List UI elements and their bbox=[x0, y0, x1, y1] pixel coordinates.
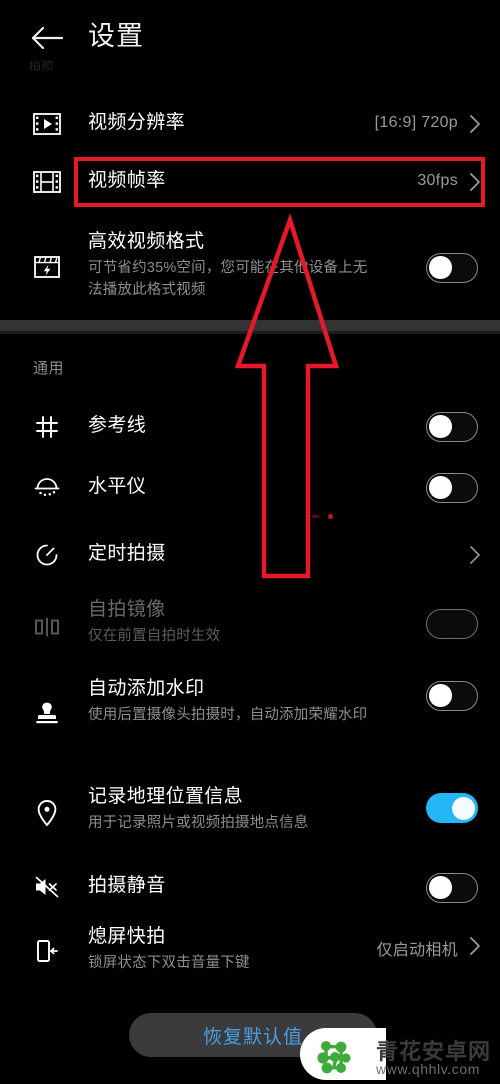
screen-off-capture-icon bbox=[30, 934, 64, 968]
row-video-framerate[interactable]: 视频帧率 30fps bbox=[0, 157, 500, 207]
row-subtitle: 使用后置摄像头拍摄时，自动添加荣耀水印 bbox=[88, 707, 368, 723]
grid-lines-icon bbox=[30, 410, 64, 444]
chevron-right-icon bbox=[468, 171, 482, 193]
toggle-grid-lines[interactable] bbox=[426, 412, 478, 442]
mirror-icon bbox=[30, 610, 64, 644]
row-timer-capture[interactable]: 定时拍摄 bbox=[0, 531, 500, 579]
row-title: 参考线 bbox=[88, 415, 147, 436]
row-geo-tagging[interactable]: 记录地理位置信息 用于记录照片或视频拍摄地点信息 bbox=[0, 782, 500, 850]
row-subtitle: 可节省约35%空间，您可能在其他设备上无法播放此格式视频 bbox=[88, 260, 368, 298]
video-framerate-icon bbox=[30, 165, 64, 199]
row-video-resolution[interactable]: 视频分辨率 [16:9] 720p bbox=[0, 98, 500, 150]
row-title: 视频帧率 bbox=[88, 170, 166, 191]
section-divider bbox=[0, 320, 500, 334]
chevron-right-icon bbox=[468, 935, 482, 957]
row-subtitle: 仅在前置自拍时生效 bbox=[88, 628, 221, 644]
watermark-stamp-icon bbox=[30, 696, 64, 730]
row-text-block: 高效视频格式 可节省约35%空间，您可能在其他设备上无法播放此格式视频 bbox=[88, 229, 380, 301]
row-grid-lines[interactable]: 参考线 bbox=[0, 403, 500, 451]
watermark-url: www.qhhlv.com bbox=[376, 1061, 481, 1077]
row-level-meter[interactable]: 水平仪 bbox=[0, 464, 500, 512]
annotation-tick-mark bbox=[312, 515, 319, 518]
app-header: 设置 拍照 bbox=[0, 0, 500, 82]
row-title: 高效视频格式 bbox=[88, 231, 205, 252]
location-pin-icon bbox=[30, 796, 64, 830]
row-title: 记录地理位置信息 bbox=[88, 786, 244, 807]
row-text-block: 视频帧率 bbox=[88, 168, 380, 194]
row-text-block: 自动添加水印 使用后置摄像头拍摄时，自动添加荣耀水印 bbox=[88, 676, 380, 726]
row-screen-off-capture[interactable]: 熄屏快拍 锁屏状态下双击音量下键 仅启动相机 bbox=[0, 922, 500, 990]
group-label-general: 通用 bbox=[33, 360, 65, 377]
page-title: 设置 bbox=[88, 21, 144, 51]
row-text-block: 熄屏快拍 锁屏状态下双击音量下键 bbox=[88, 924, 380, 974]
row-title: 熄屏快拍 bbox=[88, 926, 166, 947]
row-title: 定时拍摄 bbox=[88, 543, 166, 564]
toggle-level-meter[interactable] bbox=[426, 473, 478, 503]
row-title: 自拍镜像 bbox=[88, 599, 166, 620]
toggle-auto-watermark[interactable] bbox=[426, 681, 478, 711]
efficient-video-icon bbox=[30, 250, 64, 284]
site-watermark: 青花安卓网 www.qhhlv.com bbox=[300, 1024, 500, 1084]
row-auto-watermark[interactable]: 自动添加水印 使用后置摄像头拍摄时，自动添加荣耀水印 bbox=[0, 672, 500, 762]
faint-section-label: 拍照 bbox=[29, 60, 55, 72]
row-text-block: 拍摄静音 bbox=[88, 873, 380, 899]
row-title: 拍摄静音 bbox=[88, 875, 166, 896]
row-subtitle: 锁屏状态下双击音量下键 bbox=[88, 955, 250, 971]
camera-settings-screen: 设置 拍照 视频分辨率 [16:9] 720p 视频帧率 30fps 高效视频格… bbox=[0, 0, 500, 1084]
mute-icon bbox=[30, 870, 64, 904]
row-text-block: 记录地理位置信息 用于记录照片或视频拍摄地点信息 bbox=[88, 784, 380, 834]
toggle-shutter-mute[interactable] bbox=[426, 873, 478, 903]
toggle-efficient-video-format[interactable] bbox=[426, 253, 478, 283]
row-shutter-mute[interactable]: 拍摄静音 bbox=[0, 864, 500, 912]
annotation-dot bbox=[328, 514, 333, 519]
row-title: 自动添加水印 bbox=[88, 678, 205, 699]
row-text-block: 定时拍摄 bbox=[88, 541, 380, 567]
row-value-video-resolution: [16:9] 720p bbox=[374, 114, 458, 131]
row-title: 视频分辨率 bbox=[88, 112, 186, 133]
row-text-block: 参考线 bbox=[88, 413, 380, 439]
toggle-geo-tagging[interactable] bbox=[426, 793, 478, 823]
row-title: 水平仪 bbox=[88, 476, 147, 497]
row-text-block: 视频分辨率 bbox=[88, 110, 380, 136]
row-efficient-video-format[interactable]: 高效视频格式 可节省约35%空间，您可能在其他设备上无法播放此格式视频 bbox=[0, 223, 500, 313]
row-text-block: 自拍镜像 仅在前置自拍时生效 bbox=[88, 597, 380, 647]
back-button[interactable] bbox=[27, 18, 67, 58]
toggle-selfie-mirror[interactable] bbox=[426, 609, 478, 639]
row-selfie-mirror[interactable]: 自拍镜像 仅在前置自拍时生效 bbox=[0, 595, 500, 663]
video-resolution-icon bbox=[30, 107, 64, 141]
row-text-block: 水平仪 bbox=[88, 474, 380, 500]
chevron-right-icon bbox=[468, 544, 482, 566]
row-subtitle: 用于记录照片或视频拍摄地点信息 bbox=[88, 815, 309, 831]
molecule-logo-icon bbox=[314, 1037, 354, 1077]
level-meter-icon bbox=[30, 471, 64, 505]
row-value-screen-off-capture: 仅启动相机 bbox=[376, 942, 458, 959]
chevron-right-icon bbox=[468, 113, 482, 135]
row-value-video-framerate: 30fps bbox=[417, 172, 458, 189]
timer-icon bbox=[30, 538, 64, 572]
